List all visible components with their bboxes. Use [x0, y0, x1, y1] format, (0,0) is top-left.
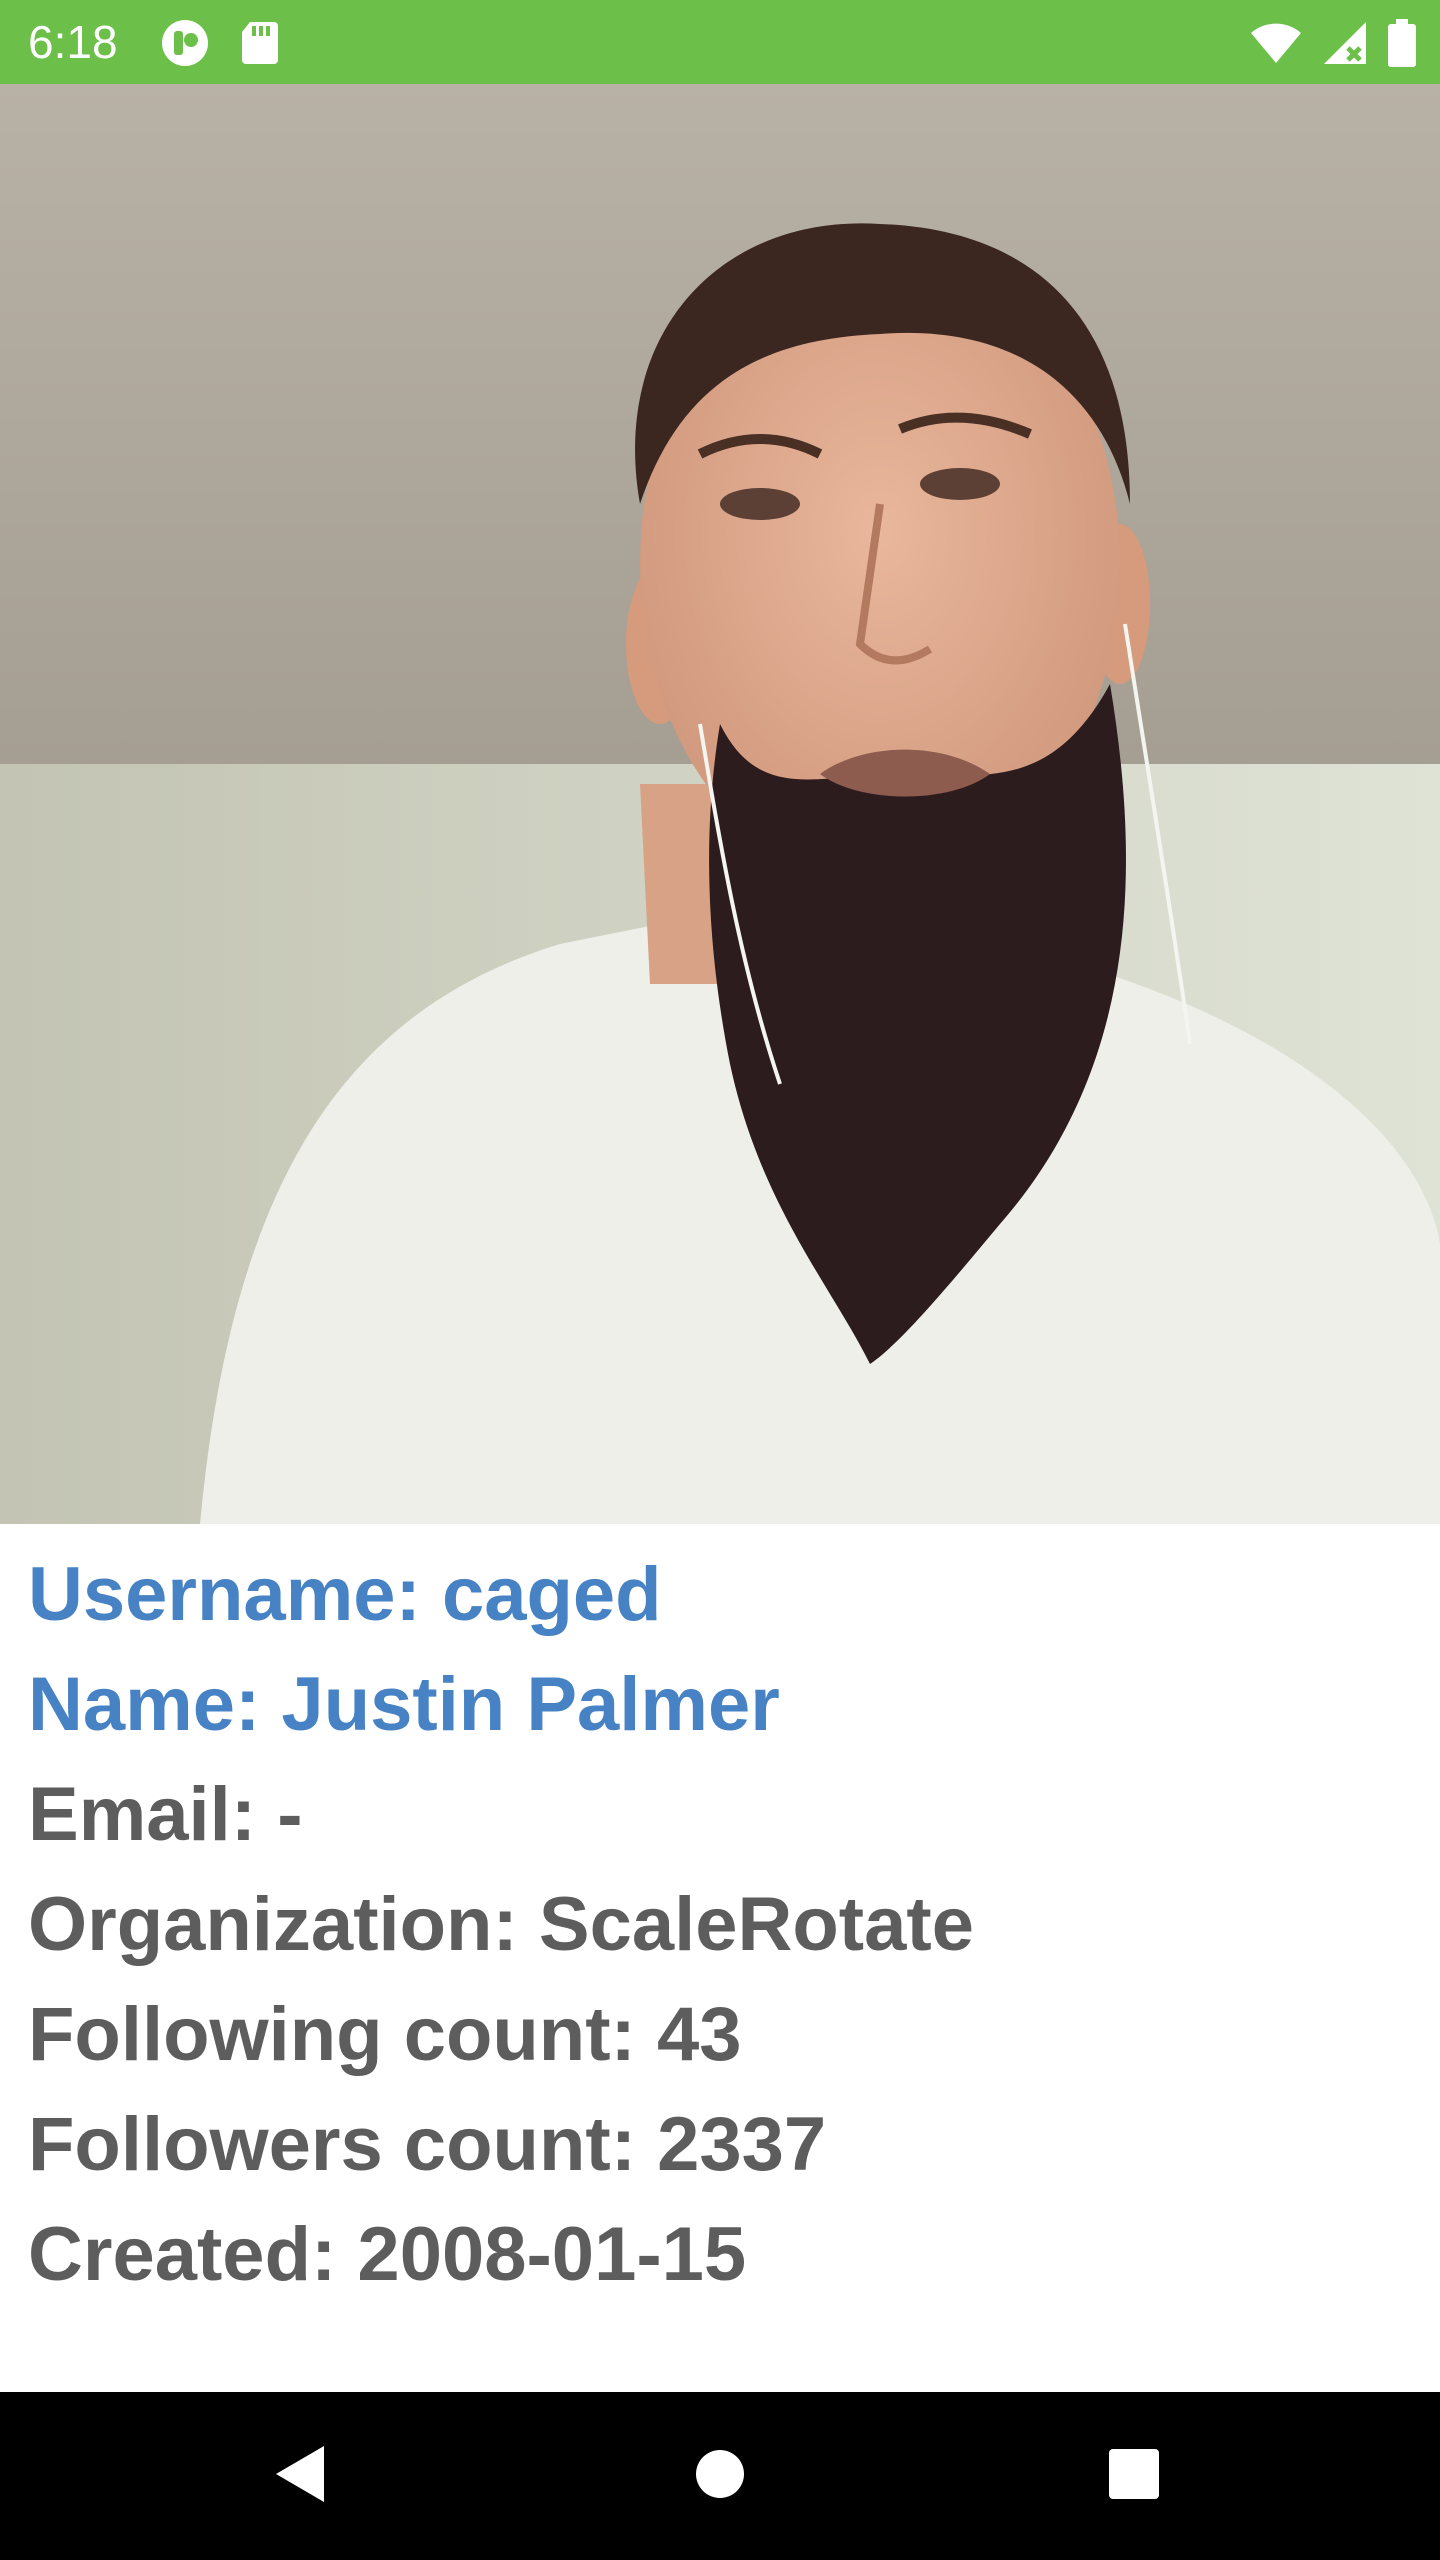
recents-button[interactable] [1054, 2392, 1214, 2560]
recents-icon [1108, 2448, 1160, 2505]
back-icon [272, 2444, 328, 2509]
home-button[interactable] [640, 2392, 800, 2560]
navigation-bar [0, 2392, 1440, 2560]
back-button[interactable] [220, 2392, 380, 2560]
home-icon [694, 2448, 746, 2505]
name-label: Name: Justin Palmer [28, 1662, 780, 1747]
status-bar: 6:18 [0, 0, 1440, 84]
followers-count-label: Followers count: 2337 [28, 2102, 827, 2187]
created-date-label: Created: 2008-01-15 [28, 2212, 747, 2297]
profile-photo [0, 84, 1440, 1524]
battery-icon [1388, 19, 1416, 67]
wifi-icon [1250, 21, 1302, 65]
status-time: 6:18 [28, 16, 118, 68]
profile-info: Username: caged Name: Justin Palmer Emai… [28, 1540, 1408, 2310]
sd-card-icon [240, 20, 280, 66]
cellular-signal-icon [1322, 20, 1368, 66]
organization-label: Organization: ScaleRotate [28, 1882, 974, 1967]
following-count-label: Following count: 43 [28, 1992, 742, 2077]
notification-app-icon [160, 18, 210, 68]
email-label: Email: - [28, 1772, 303, 1857]
username-label: Username: caged [28, 1552, 662, 1637]
